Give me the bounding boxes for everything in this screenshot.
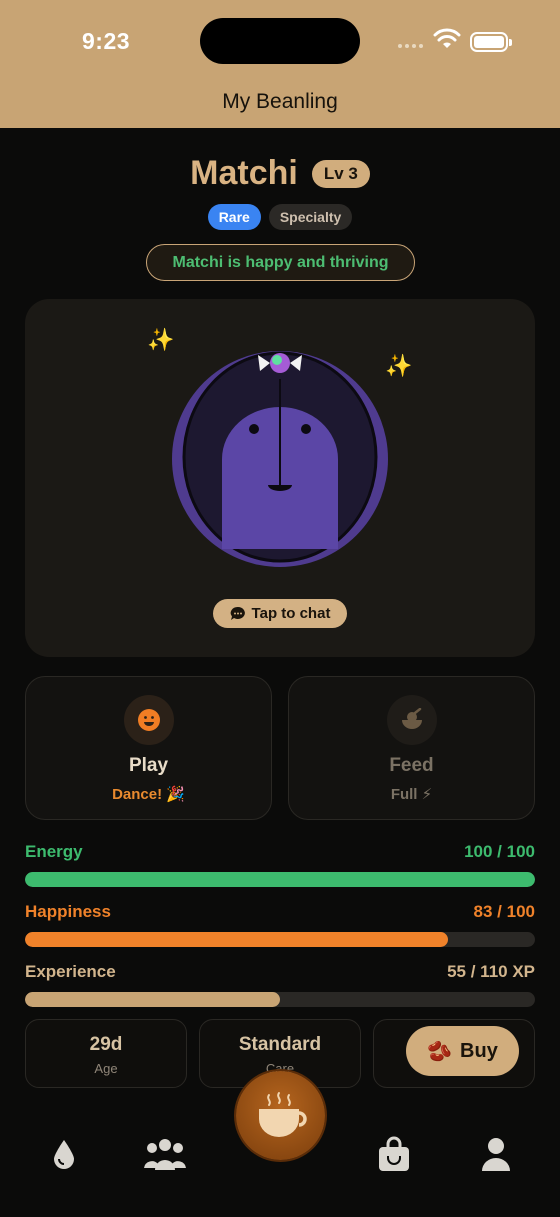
buy-label: Buy [460,1039,498,1062]
dynamic-island [200,18,360,64]
bowl-icon [387,695,437,745]
feed-status: Full ⚡ [390,786,433,803]
energy-label: Energy [25,842,83,861]
mood-status: Matchi is happy and thriving [146,244,415,281]
experience-label: Experience [25,962,116,981]
play-label: Play [128,755,169,776]
center-coffee-button[interactable] [236,1071,325,1160]
experience-stat: Experience 55 / 110 XP [25,962,535,1007]
happiness-stat: Happiness 83 / 100 [25,902,535,947]
feed-label: Feed [389,755,434,776]
smile-icon [124,695,174,745]
tag-list: Rare Specialty [0,204,560,230]
chat-label: Tap to chat [251,605,331,622]
tab-profile[interactable] [474,1132,518,1176]
status-time: 9:23 [82,28,131,54]
happiness-bar-fill [25,932,449,947]
energy-bar [25,872,535,887]
energy-value: 100 / 100 [464,842,535,861]
tab-shop[interactable] [372,1132,416,1176]
chat-bubble-icon [230,606,245,620]
pet-name: Matchi [190,154,298,192]
wifi-icon [433,28,461,48]
tab-drop[interactable] [42,1132,86,1176]
energy-stat: Energy 100 / 100 [25,842,535,887]
energy-bar-fill [25,872,535,887]
play-action-card[interactable]: Play Dance! 🎉 [25,676,272,820]
experience-bar-fill [25,992,280,1007]
pet-card[interactable]: ✨ ✨ Tap to chat [25,299,535,657]
care-value: Standard [238,1034,322,1055]
category-tag: Specialty [268,204,353,230]
happiness-label: Happiness [25,902,111,921]
buy-button[interactable]: 🫘 Buy [406,1026,519,1076]
feed-action-card[interactable]: Feed Full ⚡ [288,676,535,820]
tap-to-chat-button[interactable]: Tap to chat [213,599,347,628]
age-info: 29d Age [25,1019,187,1088]
battery-icon [470,32,512,52]
shopping-bag-icon [379,1136,409,1171]
rarity-tag: Rare [207,204,261,230]
experience-bar [25,992,535,1007]
experience-value: 55 / 110 XP [447,962,535,981]
level-badge: Lv 3 [311,159,370,188]
signal-icon [398,44,423,48]
happiness-value: 83 / 100 [473,902,535,921]
tab-community[interactable] [143,1132,187,1176]
drop-icon [54,1140,74,1169]
coffee-bean-icon: 🫘 [427,1040,453,1063]
play-status: Dance! 🎉 [112,786,185,803]
coffee-cup-icon [258,1091,307,1137]
top-bar: 9:23 My Beanling [0,0,560,128]
pet-header: Matchi Lv 3 [0,154,560,193]
age-key: Age [94,1061,118,1076]
page-title: My Beanling [222,90,338,113]
age-value: 29d [89,1034,123,1055]
happiness-bar [25,932,535,947]
community-icon [144,1139,186,1170]
profile-icon [482,1138,510,1171]
pet-avatar[interactable] [170,349,390,579]
